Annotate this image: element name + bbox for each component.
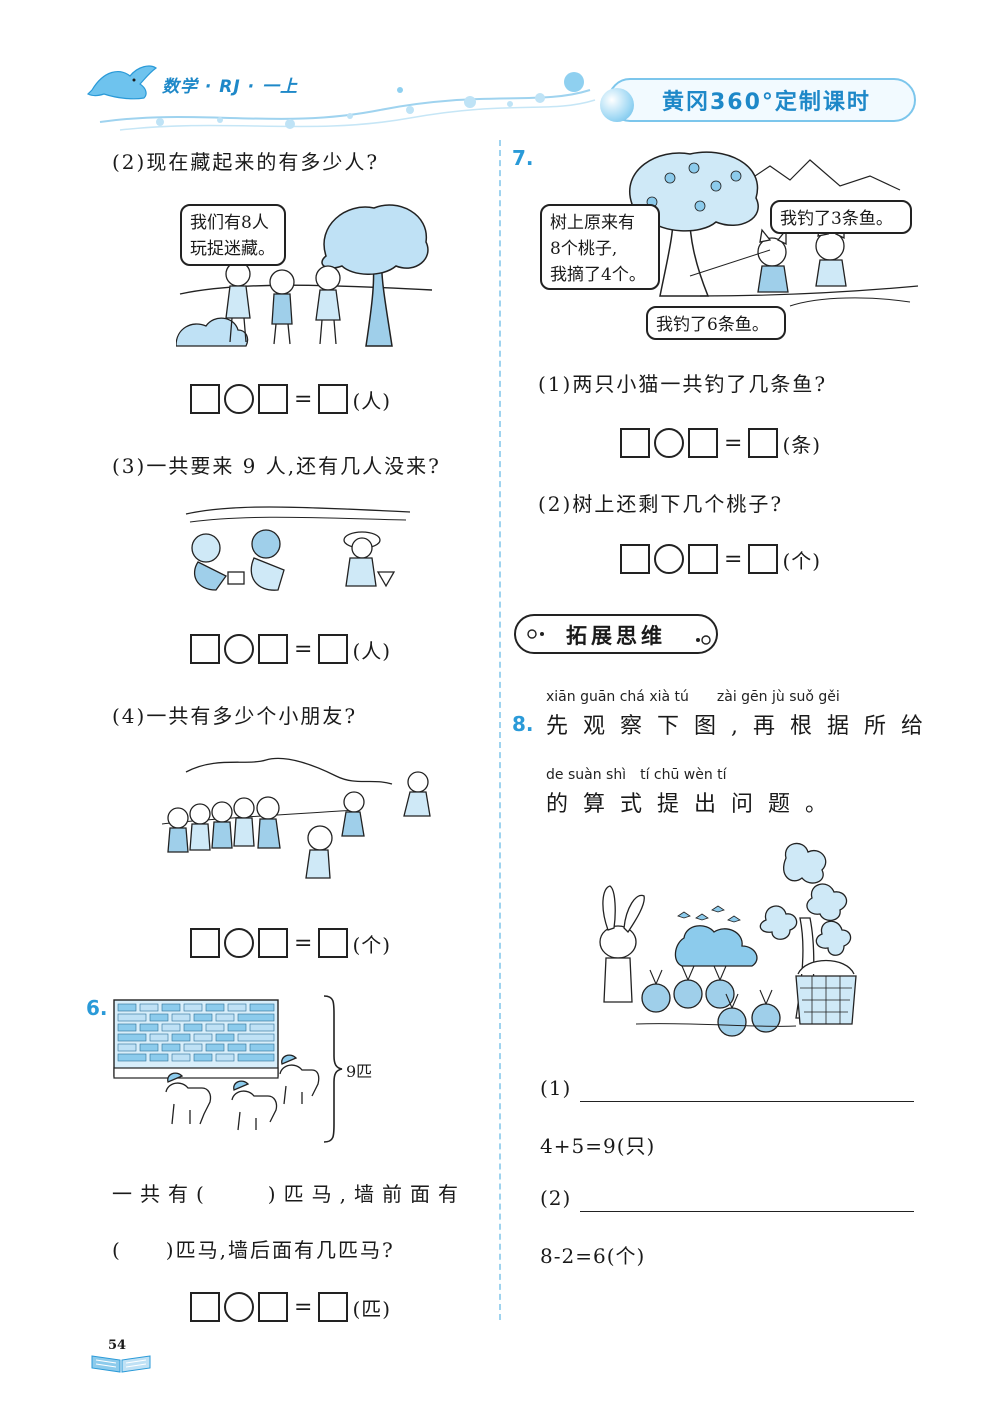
operator-circle[interactable] [224,634,254,664]
bubble-icon [600,88,634,122]
answer-box[interactable] [748,428,779,458]
brace-label: 9匹 [346,1062,373,1081]
subject-label: 数学 · RJ · 一上 [162,77,299,97]
question-7-number: 7. [512,146,534,170]
answer-2-line[interactable] [580,1211,914,1212]
operator-circle[interactable] [654,544,684,574]
answer-box[interactable] [318,384,349,414]
equation-q4: = (个) [190,928,391,958]
formula-1: 4+5=9(只) [540,1134,656,1158]
running-kids-illustration [161,757,431,879]
column-divider [499,140,501,1320]
equals-sign: = [294,386,313,412]
answer-box[interactable] [748,544,779,574]
operator-circle[interactable] [224,1292,254,1322]
speech-bubble-cat-3-fish: 我钓了3条鱼。 [770,200,912,234]
answer-box[interactable] [620,428,650,458]
equation-q3: = (人) [190,634,391,664]
kids-playing-sand-illustration [185,506,411,591]
bubble-line-1: 树上原来有 [550,213,635,233]
answer-1-label: (1) [540,1076,572,1100]
equation-q7-1: = (条) [620,428,821,458]
unit-label: (个) [352,932,392,957]
answer-box[interactable] [688,428,718,458]
question-3-text: (3)一共要来 9 人,还有几人没来? [112,454,441,478]
unit-label: (人) [352,638,392,663]
speech-bubble-peaches: 树上原来有 8个桃子, 我摘了4个。 [540,204,660,290]
unit-label: (人) [352,388,392,413]
question-7-2-text: (2)树上还剩下几个桃子? [538,492,784,516]
question-8-line-2: 的算式提出问题。 [546,792,843,817]
bird-icon [86,65,158,100]
answer-box[interactable] [258,928,288,958]
question-8-line-1: 先观察下图,再根据所给 [546,714,938,739]
question-4-text: (4)一共有多少个小朋友? [112,704,358,728]
answer-box[interactable] [318,634,349,664]
answer-box[interactable] [688,544,718,574]
answer-box[interactable] [190,634,220,664]
bubble-line-3: 我摘了4个。 [550,265,646,285]
question-6-line-2: ( )匹马,墙后面有几匹马? [112,1238,395,1262]
answer-box[interactable] [190,928,220,958]
answer-2-label: (2) [540,1186,572,1210]
equation-q2: = (人) [190,384,391,414]
wall-with-horses-illustration [113,999,320,1131]
pinyin-line-1: xiān guān chá xià tú zài gēn jù suǒ gěi [546,689,840,705]
answer-box[interactable] [318,928,349,958]
brace-icon [323,995,343,1143]
section-title: 拓展思维 [566,624,666,648]
equals-sign: = [294,1294,313,1320]
answer-box[interactable] [258,1292,288,1322]
speech-bubble-8-people: 我们有8人 玩捉迷藏。 [180,204,286,266]
open-book-icon [91,1355,151,1373]
answer-box[interactable] [190,384,220,414]
answer-box[interactable] [258,634,288,664]
answer-box[interactable] [318,1292,349,1322]
answer-box[interactable] [190,1292,220,1322]
bubble-line-2: 8个桃子, [550,239,618,259]
unit-label: (个) [782,548,822,573]
question-7-1-text: (1)两只小猫一共钓了几条鱼? [538,372,828,396]
speech-bubble-cat-6-fish: 我钓了6条鱼。 [646,306,786,340]
bubble-line-2: 玩捉迷藏。 [190,239,275,259]
bubble-line-1: 我们有8人 [190,213,269,233]
question-2-text: (2)现在藏起来的有多少人? [112,150,380,174]
answer-box[interactable] [620,544,650,574]
question-8-number: 8. [512,712,534,736]
circle-dot-icon [696,635,711,645]
operator-circle[interactable] [224,384,254,414]
equals-sign: = [294,930,313,956]
answer-1-line[interactable] [580,1101,914,1102]
equals-sign: = [724,430,743,456]
equals-sign: = [294,636,313,662]
equation-q6: = (匹) [190,1292,391,1322]
question-6-line-1: 一共有( )匹马,墙前面有 [112,1182,466,1206]
rabbit-radishes-illustration [599,842,857,1037]
question-6-number: 6. [86,996,108,1020]
answer-box[interactable] [258,384,288,414]
operator-circle[interactable] [224,928,254,958]
operator-circle[interactable] [654,428,684,458]
brand-title: 黄冈360°定制课时 [662,90,871,115]
pinyin-line-2: de suàn shì tí chū wèn tí [546,767,727,783]
unit-label: (条) [782,432,822,457]
circle-dot-icon [527,629,544,639]
equation-q7-2: = (个) [620,544,821,574]
unit-label: (匹) [352,1296,392,1321]
formula-2: 8-2=6(个) [540,1244,646,1268]
equals-sign: = [724,546,743,572]
